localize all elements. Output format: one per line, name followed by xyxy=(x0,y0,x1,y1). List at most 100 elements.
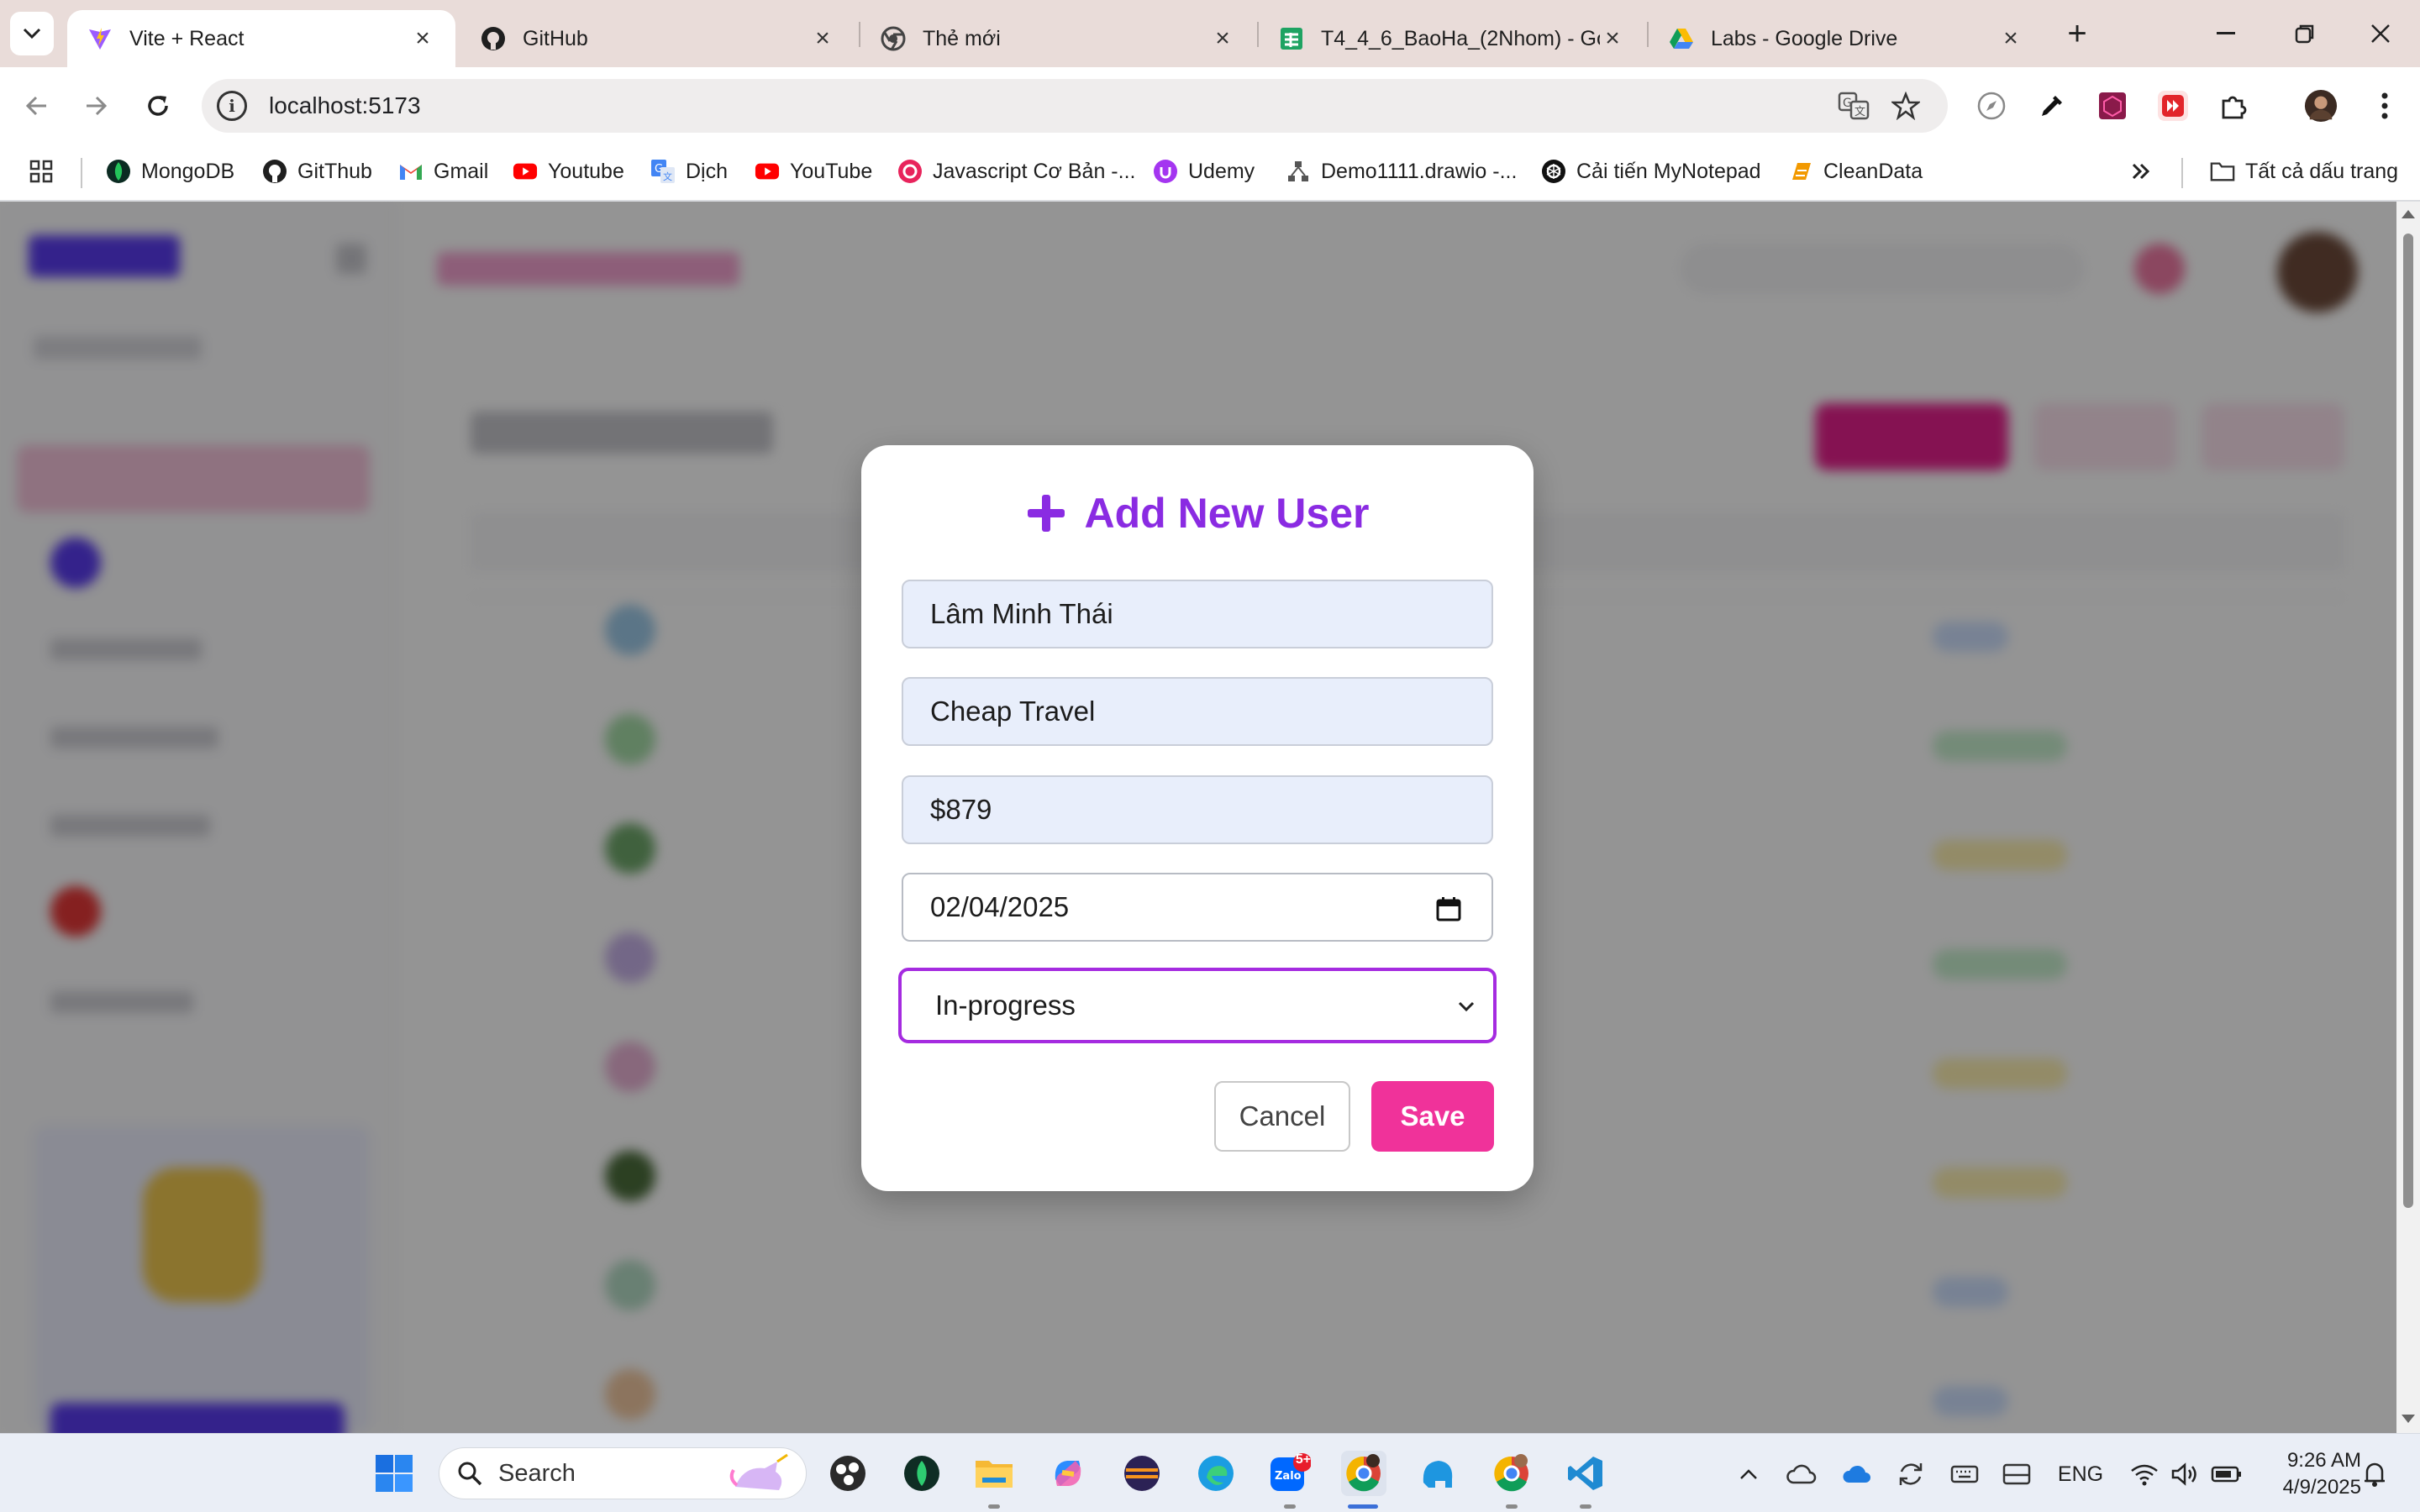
cleandata-icon xyxy=(1788,159,1813,184)
sync-icon[interactable] xyxy=(1894,1457,1928,1491)
active-indicator xyxy=(1348,1504,1378,1509)
bookmark-youtube-2[interactable]: YouTube xyxy=(755,155,872,188)
bookmark-udemy[interactable]: Udemy xyxy=(1153,155,1255,188)
wifi-icon[interactable] xyxy=(2128,1457,2161,1491)
address-bar[interactable]: i localhost:5173 G文 xyxy=(202,79,1948,133)
keyboard-icon[interactable] xyxy=(1948,1457,1981,1491)
cloud-outline-icon[interactable] xyxy=(1785,1457,1818,1491)
site-info-icon[interactable]: i xyxy=(217,91,247,121)
svg-text:Zalo: Zalo xyxy=(1275,1470,1302,1483)
tab-search-button[interactable] xyxy=(10,12,54,55)
close-tab-icon[interactable]: × xyxy=(1600,24,1625,52)
cancel-button[interactable]: Cancel xyxy=(1214,1081,1350,1152)
forward-button[interactable] xyxy=(76,86,116,126)
scrollbar-thumb[interactable] xyxy=(2403,234,2413,1208)
bookmark-gmail[interactable]: Gmail xyxy=(398,155,488,188)
bookmarks-separator xyxy=(81,158,82,188)
svg-text:文: 文 xyxy=(663,171,672,182)
windows-taskbar: Search Zalo 5+ ENG 9:26 AM 4/9/2025 xyxy=(0,1433,2420,1512)
bookmark-javascript[interactable]: Javascript Cơ Bản -... xyxy=(897,155,1135,188)
reload-button[interactable] xyxy=(138,86,178,126)
language-indicator[interactable]: ENG xyxy=(2054,1457,2107,1491)
new-tab-button[interactable]: + xyxy=(2059,15,2096,52)
tab-vite-react[interactable]: Vite + React × xyxy=(67,10,455,67)
taskbar-clock[interactable]: 9:26 AM 4/9/2025 xyxy=(2260,1447,2361,1501)
all-bookmarks-button[interactable]: Tất cả dấu trang xyxy=(2210,155,2398,188)
javascript-icon xyxy=(897,159,923,184)
eclipse-icon[interactable] xyxy=(1119,1451,1165,1496)
bookmark-dich[interactable]: G文 Dịch xyxy=(650,155,728,188)
scroll-down-arrow-icon[interactable] xyxy=(2402,1415,2415,1423)
apps-grid-button[interactable] xyxy=(29,155,64,188)
chrome-profile-icon[interactable] xyxy=(1341,1451,1386,1496)
tab-google-sheets[interactable]: T4_4_6_BaoHa_(2Nhom) - Goog × xyxy=(1259,10,1645,67)
name-input[interactable]: Lâm Minh Thái xyxy=(902,580,1493,648)
video-speed-extension-icon[interactable] xyxy=(2156,89,2190,123)
close-tab-icon[interactable]: × xyxy=(410,24,435,52)
obs-studio-icon[interactable] xyxy=(825,1451,871,1496)
bookmark-gitthub[interactable]: GitThub xyxy=(262,155,372,188)
bookmark-mynotepad[interactable]: Cải tiến MyNotepad xyxy=(1541,155,1761,188)
chrome-icon[interactable] xyxy=(1489,1451,1534,1496)
profile-avatar[interactable] xyxy=(2304,89,2338,123)
bookmark-youtube[interactable]: Youtube xyxy=(513,155,624,188)
browser-menu-icon[interactable] xyxy=(2368,89,2402,123)
zalo-notification-badge: 5+ xyxy=(1295,1452,1312,1467)
close-tab-icon[interactable]: × xyxy=(810,24,835,52)
status-select[interactable]: In-progress xyxy=(898,968,1497,1043)
zalo-icon[interactable]: Zalo 5+ xyxy=(1267,1451,1313,1496)
github-icon xyxy=(481,26,506,51)
extensions-puzzle-icon[interactable] xyxy=(2217,89,2250,123)
apps-grid-icon xyxy=(29,159,54,184)
bookmark-mongodb[interactable]: MongoDB xyxy=(106,155,234,188)
chevron-down-icon xyxy=(23,28,41,39)
order-value-input[interactable]: $879 xyxy=(902,775,1493,844)
arrow-right-icon xyxy=(87,96,108,116)
volume-icon[interactable] xyxy=(2168,1457,2202,1491)
graphql-extension-icon[interactable] xyxy=(2096,89,2129,123)
translate-icon[interactable]: G文 xyxy=(1837,91,1870,121)
running-indicator xyxy=(1580,1504,1591,1509)
save-button[interactable]: Save xyxy=(1371,1081,1494,1152)
onedrive-icon[interactable] xyxy=(1840,1457,1874,1491)
running-indicator xyxy=(1284,1504,1296,1509)
minimize-button[interactable] xyxy=(2205,15,2247,52)
restore-button[interactable] xyxy=(2284,15,2326,52)
dialog-title: Add New User xyxy=(861,489,1534,538)
vscode-icon[interactable] xyxy=(1563,1451,1608,1496)
more-bookmarks-button[interactable] xyxy=(2129,155,2153,188)
arrow-left-icon xyxy=(25,96,46,116)
copilot-icon[interactable] xyxy=(1045,1451,1091,1496)
close-window-button[interactable] xyxy=(2360,15,2402,52)
github-icon xyxy=(262,159,287,184)
scroll-up-arrow-icon[interactable] xyxy=(2402,210,2415,218)
bookmark-drawio[interactable]: Demo1111.drawio -... xyxy=(1286,155,1517,188)
tab-new-tab[interactable]: Thẻ mới × xyxy=(860,10,1255,67)
windows-start-button[interactable] xyxy=(371,1451,417,1496)
battery-icon[interactable] xyxy=(2208,1457,2245,1491)
openai-icon xyxy=(1541,159,1566,184)
calendar-icon[interactable] xyxy=(1436,896,1461,921)
taskbar-search-box[interactable]: Search xyxy=(439,1447,807,1499)
running-indicator xyxy=(1506,1504,1518,1509)
company-input[interactable]: Cheap Travel xyxy=(902,677,1493,746)
display-icon[interactable] xyxy=(2000,1457,2033,1491)
app-blue-elephant-icon[interactable] xyxy=(1415,1451,1460,1496)
close-tab-icon[interactable]: × xyxy=(1210,24,1235,52)
extension-compass-icon[interactable] xyxy=(1975,89,2008,123)
page-scrollbar[interactable] xyxy=(2396,202,2420,1433)
edge-browser-icon[interactable] xyxy=(1193,1451,1239,1496)
close-tab-icon[interactable]: × xyxy=(1998,24,2023,52)
order-date-input[interactable]: 02/04/2025 xyxy=(902,873,1493,942)
tab-github[interactable]: GitHub × xyxy=(460,10,855,67)
bookmark-star-icon[interactable] xyxy=(1889,91,1923,121)
file-explorer-icon[interactable] xyxy=(971,1451,1017,1496)
mongodb-compass-icon[interactable] xyxy=(899,1451,944,1496)
close-icon xyxy=(2371,24,2390,43)
back-button[interactable] xyxy=(17,86,57,126)
show-hidden-icons-button[interactable] xyxy=(1734,1457,1763,1491)
bookmark-cleandata[interactable]: CleanData xyxy=(1788,155,1923,188)
color-picker-icon[interactable] xyxy=(2035,89,2069,123)
notifications-icon[interactable] xyxy=(2358,1457,2391,1491)
tab-google-drive[interactable]: Labs - Google Drive × xyxy=(1649,10,2044,67)
